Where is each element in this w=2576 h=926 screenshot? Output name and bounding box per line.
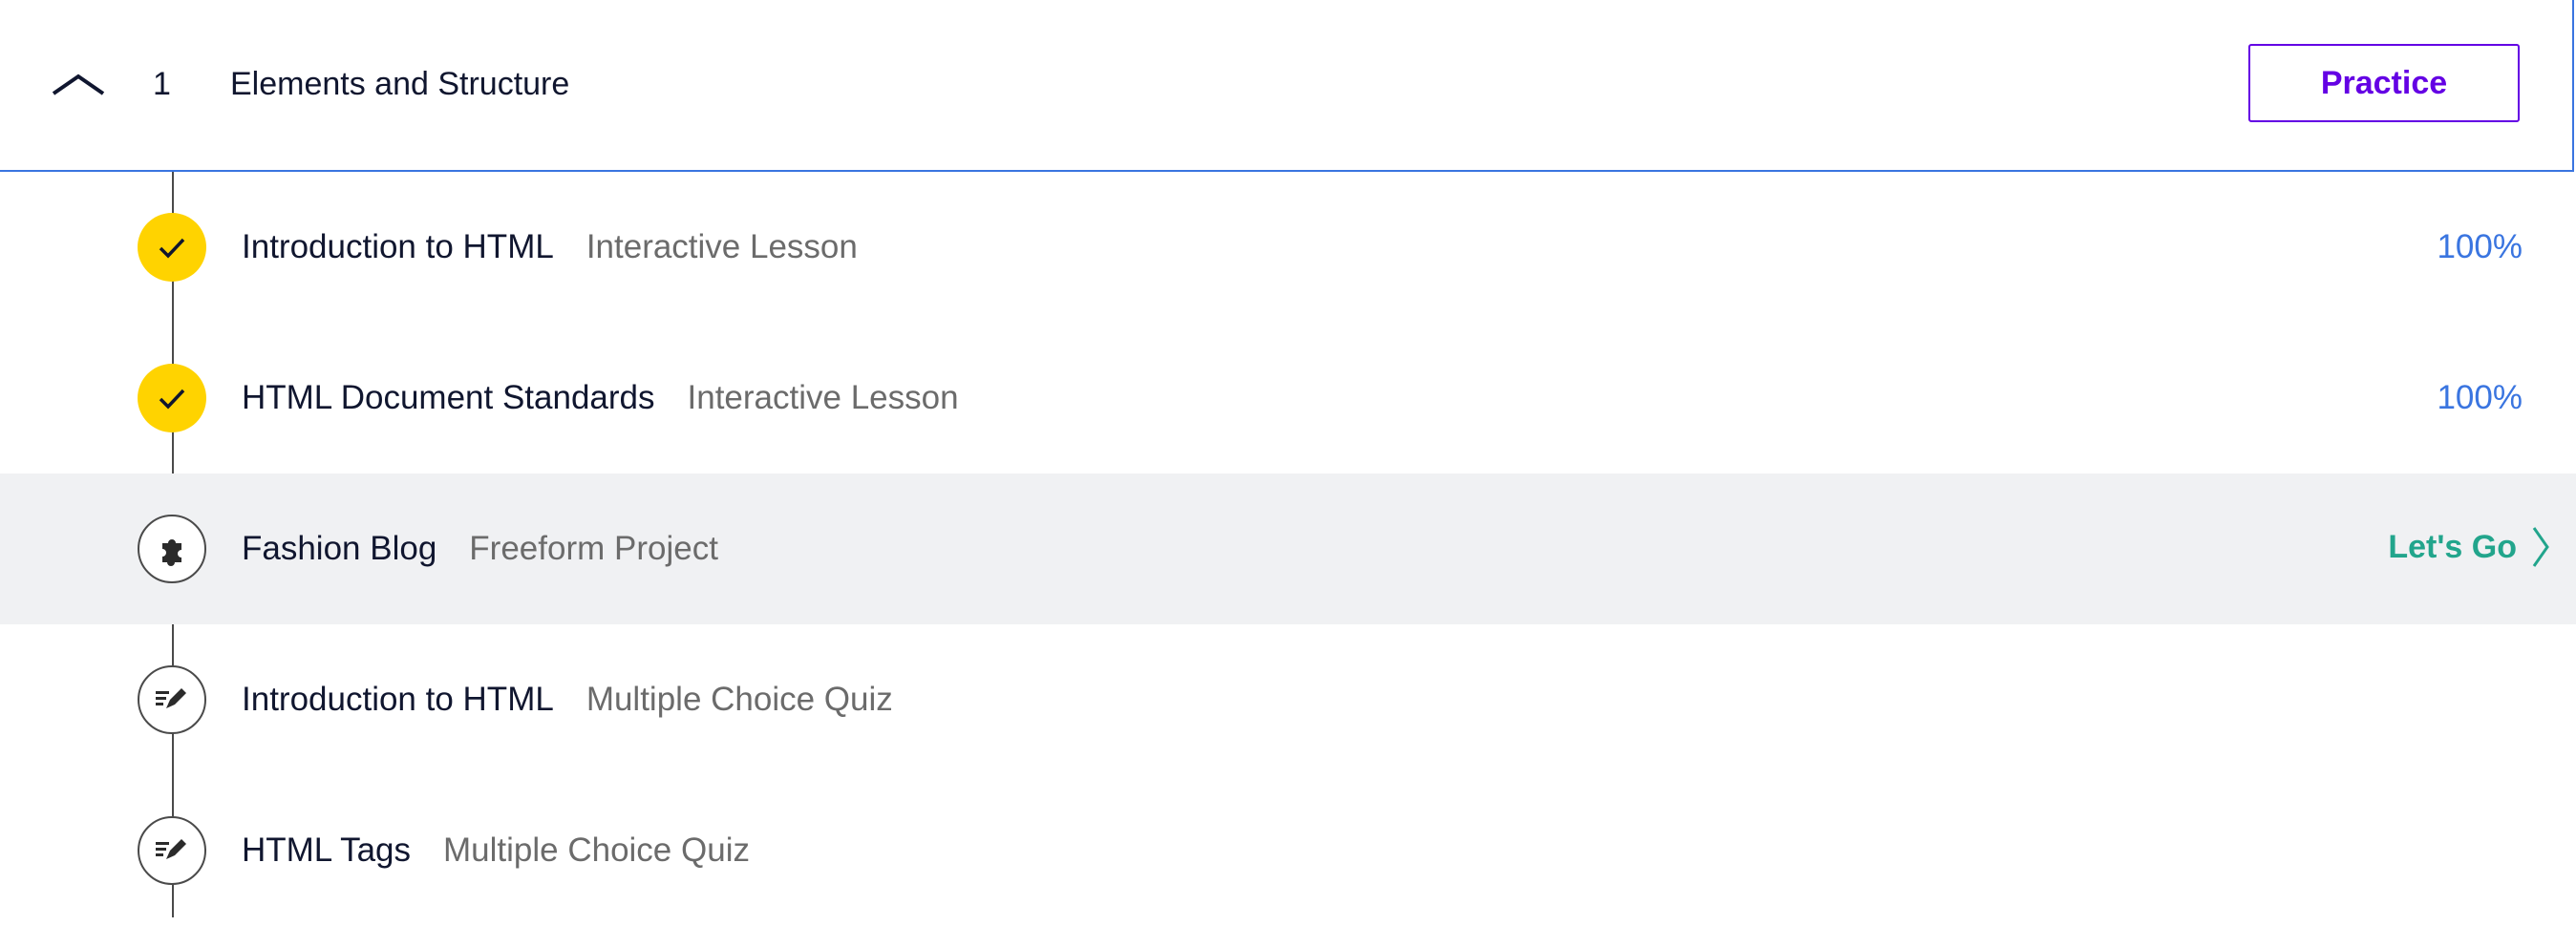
progress-percent: 100% [2437,228,2523,265]
quiz-title[interactable]: Introduction to HTML [242,681,554,719]
quiz-row[interactable]: HTML Tags Multiple Choice Quiz [0,775,2576,926]
quiz-node [138,816,206,885]
project-type: Freeform Project [469,530,718,567]
check-icon [159,389,185,410]
lets-go-label: Let's Go [2388,528,2517,565]
chevron-right-icon [2532,527,2549,567]
quiz-type: Multiple Choice Quiz [443,831,750,869]
quiz-type: Multiple Choice Quiz [585,681,893,718]
lesson-type: Interactive Lesson [687,379,959,416]
quiz-title[interactable]: HTML Tags [242,831,411,870]
lets-go-button[interactable]: Let's Go [2388,525,2551,569]
quiz-pencil-icon [156,839,186,859]
module-number: 1 [153,66,171,102]
check-icon [159,238,185,259]
lesson-title[interactable]: HTML Document Standards [242,379,655,417]
practice-button[interactable]: Practice [2248,44,2520,122]
lesson-row[interactable]: Introduction to HTML Interactive Lesson … [0,172,2576,323]
chevron-up-icon[interactable] [50,65,107,103]
completed-node [138,364,206,432]
module-header[interactable]: 1 Elements and Structure Practice [0,0,2574,172]
quiz-node [138,665,206,734]
quiz-row[interactable]: Introduction to HTML Multiple Choice Qui… [0,624,2576,775]
puzzle-icon [162,539,181,566]
project-title[interactable]: Fashion Blog [242,530,436,568]
progress-percent: 100% [2437,379,2523,416]
project-node [138,515,206,583]
project-row[interactable]: Fashion Blog Freeform Project Let's Go [0,474,2576,624]
completed-node [138,213,206,282]
lesson-title[interactable]: Introduction to HTML [242,228,554,266]
lesson-row[interactable]: HTML Document Standards Interactive Less… [0,323,2576,474]
lesson-type: Interactive Lesson [585,228,858,265]
module-title: Elements and Structure [230,66,570,102]
quiz-pencil-icon [156,688,186,708]
